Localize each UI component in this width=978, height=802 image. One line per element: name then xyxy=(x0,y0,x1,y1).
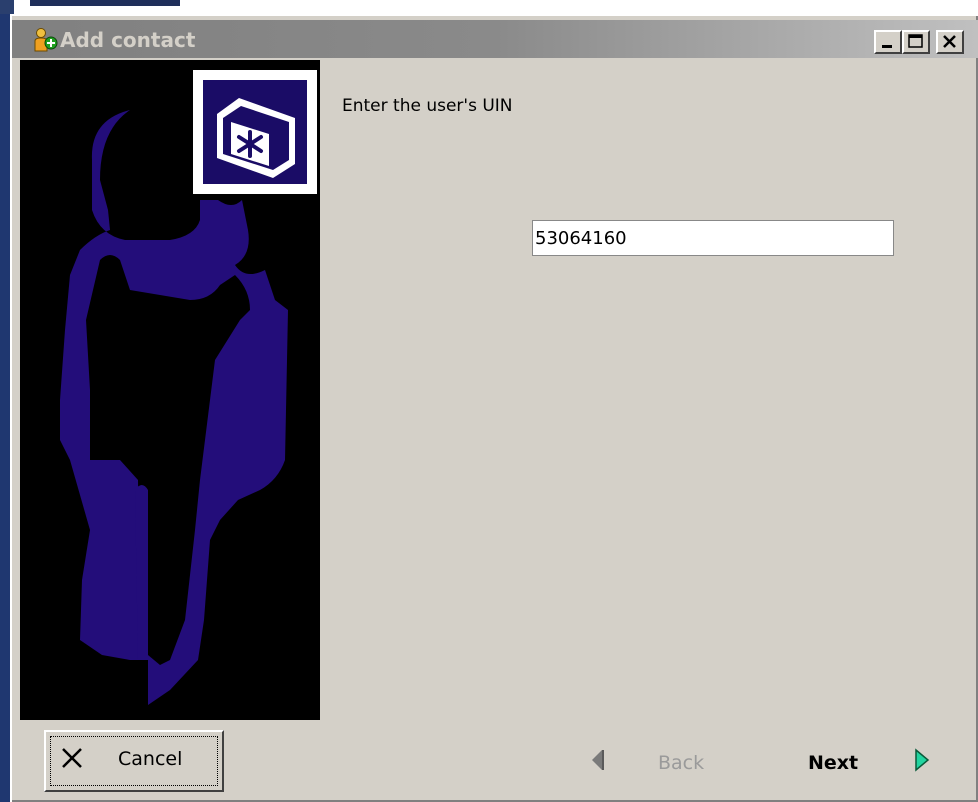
uin-prompt-label: Enter the user's UIN xyxy=(342,96,513,116)
next-arrow-icon xyxy=(915,748,930,772)
desktop-edge xyxy=(0,0,14,14)
next-button[interactable]: Next xyxy=(802,744,942,784)
desktop-background-strip xyxy=(0,0,978,14)
window-title: Add contact xyxy=(60,28,196,52)
maximize-button[interactable] xyxy=(902,30,930,54)
asterisk-key-icon xyxy=(217,98,295,178)
add-user-icon xyxy=(32,27,58,53)
background-window-sliver xyxy=(30,0,180,6)
title-bar[interactable]: Add contact xyxy=(12,20,978,58)
background-window-left-edge xyxy=(0,14,10,802)
minimize-button[interactable] xyxy=(874,30,902,54)
back-arrow-icon xyxy=(592,750,604,770)
cancel-button[interactable]: Cancel xyxy=(44,730,224,792)
close-button[interactable] xyxy=(936,30,964,54)
add-contact-window: Add contact Enter the user's UIN 5306416… xyxy=(10,14,978,802)
icq-logo-background xyxy=(203,80,307,184)
next-button-label: Next xyxy=(808,752,859,774)
uin-input[interactable] xyxy=(532,220,894,256)
icq-logo xyxy=(193,70,317,194)
close-x-icon xyxy=(62,748,82,768)
back-button-label: Back xyxy=(658,752,705,774)
cancel-button-label: Cancel xyxy=(118,748,183,770)
close-icon xyxy=(943,35,956,48)
maximize-icon xyxy=(908,34,923,48)
minimize-icon xyxy=(882,45,892,48)
wizard-sidebar-image xyxy=(20,60,320,720)
back-button[interactable]: Back xyxy=(590,744,730,784)
